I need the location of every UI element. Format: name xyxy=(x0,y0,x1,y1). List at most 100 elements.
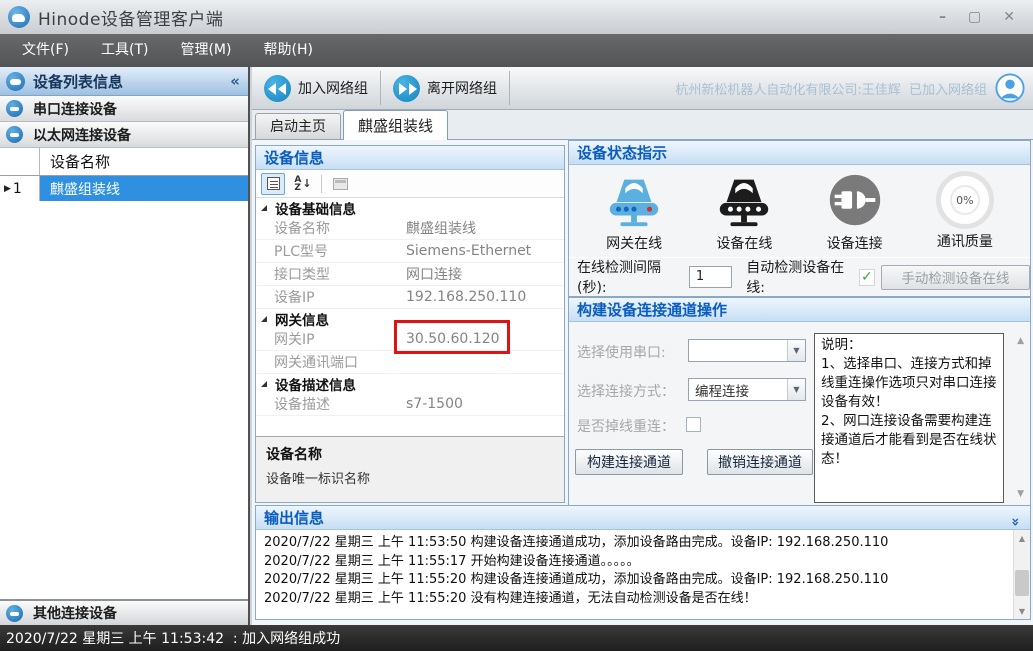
az-sort-icon: AZ↓ xyxy=(294,176,311,192)
row-index-cell: ▶ 1 xyxy=(0,176,40,201)
instructions-box: 说明： 1、选择串口、连接方式和掉线重连操作选项只对串口连接设备有效！ 2、网口… xyxy=(814,333,1004,503)
comm-quality-indicator: 0% 通讯质量 xyxy=(915,169,1015,257)
category-description-info[interactable]: 设备描述信息 xyxy=(256,374,564,393)
sidebar-title: 设备列表信息 xyxy=(33,71,230,92)
maximize-button[interactable]: ▢ xyxy=(968,10,981,24)
device-connect-icon xyxy=(824,169,886,231)
interval-input[interactable]: 1 xyxy=(689,266,732,288)
scroll-up-icon[interactable]: ▲ xyxy=(1017,336,1024,346)
status-bar-message: 2020/7/22 星期三 上午 11:53:42 : 加入网络组成功 xyxy=(6,628,340,648)
menu-help[interactable]: 帮助(H) xyxy=(247,34,328,67)
content-area: 加入网络组 离开网络组 杭州新松机器人自动化有限公司:王佳辉 已加入网络组 启动… xyxy=(252,67,1033,625)
gateway-online-indicator: 网关在线 xyxy=(584,169,684,257)
property-pages-button[interactable] xyxy=(328,173,352,195)
sidebar-item-serial-devices[interactable]: 串口连接设备 xyxy=(0,96,248,122)
tab-device[interactable]: 麒盛组装线 xyxy=(343,110,448,140)
expand-triangle-icon xyxy=(261,316,267,322)
window-title: Hinode设备管理客户端 xyxy=(38,5,223,30)
property-row[interactable]: 设备名称 麒盛组装线 xyxy=(256,217,564,240)
title-bar: Hinode设备管理客户端 – ▢ ✕ xyxy=(0,0,1033,34)
channel-panel-header: 构建设备连接通道操作 xyxy=(569,298,1030,322)
vertical-scrollbar[interactable]: ▲ ▼ xyxy=(1013,530,1030,619)
detect-settings-row: 在线检测间隔(秒): 1 自动检测设备在线: ✓ 手动检测设备在线 xyxy=(569,258,1030,296)
output-log-area: 2020/7/22 星期三 上午 11:53:50 构建设备连接通道成功，添加设… xyxy=(256,530,1030,619)
collapse-double-chevron-icon[interactable]: « xyxy=(1003,517,1027,526)
sidebar-item-other-devices[interactable]: 其他连接设备 xyxy=(0,599,248,625)
row-gutter xyxy=(0,148,40,175)
leave-network-group-button[interactable]: 离开网络组 xyxy=(381,67,509,109)
device-page: 设备信息 AZ↓ 设备基础信息 设备名称 麒盛组装线 P xyxy=(252,140,1033,625)
row-marker-icon: ▶ xyxy=(4,184,11,194)
property-grid: 设备基础信息 设备名称 麒盛组装线 PLC型号 Siemens-Ethernet… xyxy=(256,198,564,416)
property-row[interactable]: 设备IP 192.168.250.110 xyxy=(256,286,564,309)
channel-panel-body: 选择使用串口: ▼ 选择连接方式： 编程连接 ▼ 是否掉线重连： 构建连接通道 … xyxy=(569,322,1030,505)
sidebar-collapse-icon[interactable]: « xyxy=(230,72,242,90)
device-online-icon xyxy=(713,169,775,231)
device-online-indicator: 设备在线 xyxy=(694,169,794,257)
network-toolbar: 加入网络组 离开网络组 杭州新松机器人自动化有限公司:王佳辉 已加入网络组 xyxy=(252,67,1033,110)
leave-network-icon xyxy=(393,75,420,102)
network-user-status: 杭州新松机器人自动化有限公司:王佳辉 已加入网络组 xyxy=(675,79,987,98)
menu-manage[interactable]: 管理(M) xyxy=(164,34,247,67)
manual-detect-button[interactable]: 手动检测设备在线 xyxy=(881,265,1030,290)
log-line: 2020/7/22 星期三 上午 11:55:20 没有构建连接通道，无法自动检… xyxy=(264,590,1005,609)
sidebar-header: 设备列表信息 « xyxy=(0,67,248,96)
close-button[interactable]: ✕ xyxy=(1003,10,1015,24)
device-table-row[interactable]: ▶ 1 麒盛组装线 xyxy=(0,176,248,201)
device-table-empty-area xyxy=(0,292,248,597)
serial-port-select[interactable]: ▼ xyxy=(688,339,806,362)
property-pages-icon xyxy=(333,178,348,190)
log-line: 2020/7/22 星期三 上午 11:55:20 构建设备连接通道成功，添加设… xyxy=(264,571,1005,590)
connect-mode-select[interactable]: 编程连接 ▼ xyxy=(688,378,806,401)
property-row-gateway-ip[interactable]: 网关IP 30.50.60.120 xyxy=(256,328,564,351)
toolbar-separator xyxy=(321,175,322,193)
channel-operation-panel: 构建设备连接通道操作 选择使用串口: ▼ 选择连接方式： 编程连接 ▼ 是否掉线… xyxy=(568,297,1031,505)
device-connect-indicator: 设备连接 xyxy=(805,169,905,257)
device-info-panel: 设备信息 AZ↓ 设备基础信息 设备名称 麒盛组装线 P xyxy=(255,145,565,503)
device-status-header: 设备状态指示 xyxy=(569,141,1030,165)
tab-strip: 启动主页 麒盛组装线 xyxy=(252,110,1033,140)
alphabetical-sort-button[interactable]: AZ↓ xyxy=(291,173,315,195)
reconnect-checkbox[interactable] xyxy=(686,417,701,432)
device-list-icon xyxy=(6,72,25,91)
log-line: 2020/7/22 星期三 上午 11:55:17 开始构建设备连接通道。。。。… xyxy=(264,553,1005,572)
output-panel-header: 输出信息 « xyxy=(256,506,1030,530)
categorized-icon xyxy=(267,177,280,190)
minimize-button[interactable]: – xyxy=(939,10,946,24)
menu-file[interactable]: 文件(F) xyxy=(6,34,85,67)
menu-tools[interactable]: 工具(T) xyxy=(85,34,164,67)
join-network-icon xyxy=(264,75,291,102)
property-row[interactable]: PLC型号 Siemens-Ethernet xyxy=(256,240,564,263)
join-network-group-button[interactable]: 加入网络组 xyxy=(252,67,380,109)
output-panel: 输出信息 « 2020/7/22 星期三 上午 11:53:50 构建设备连接通… xyxy=(255,505,1031,620)
gateway-online-icon xyxy=(603,169,665,231)
log-line: 2020/7/22 星期三 上午 11:53:50 构建设备连接通道成功，添加设… xyxy=(264,534,1005,553)
connect-mode-label: 选择连接方式： xyxy=(577,381,675,401)
device-name-cell[interactable]: 麒盛组装线 xyxy=(40,176,248,201)
tab-home[interactable]: 启动主页 xyxy=(255,113,341,139)
log-list[interactable]: 2020/7/22 星期三 上午 11:53:50 构建设备连接通道成功，添加设… xyxy=(256,530,1013,619)
category-basic-info[interactable]: 设备基础信息 xyxy=(256,198,564,217)
serial-device-icon xyxy=(6,100,23,117)
device-list-sidebar: 设备列表信息 « 串口连接设备 以太网连接设备 设备名称 ▶ 1 麒盛组装线 其… xyxy=(0,67,250,625)
scroll-up-icon[interactable]: ▲ xyxy=(1014,530,1030,546)
build-channel-button[interactable]: 构建连接通道 xyxy=(575,449,683,475)
property-row[interactable]: 设备描述 s7-1500 xyxy=(256,393,564,416)
device-table-header: 设备名称 xyxy=(0,148,248,176)
menu-bar: 文件(F) 工具(T) 管理(M) 帮助(H) xyxy=(0,34,1033,67)
chevron-down-icon: ▼ xyxy=(787,340,805,361)
auto-detect-checkbox[interactable]: ✓ xyxy=(859,269,875,286)
serial-port-label: 选择使用串口: xyxy=(577,342,666,362)
property-row[interactable]: 接口类型 网口连接 xyxy=(256,263,564,286)
categorized-view-button[interactable] xyxy=(261,173,285,195)
device-info-header: 设备信息 xyxy=(256,146,564,170)
expand-triangle-icon xyxy=(261,381,267,387)
sidebar-item-ethernet-devices[interactable]: 以太网连接设备 xyxy=(0,122,248,148)
category-gateway-info[interactable]: 网关信息 xyxy=(256,309,564,328)
scroll-down-icon[interactable]: ▼ xyxy=(1017,489,1024,499)
property-row[interactable]: 网关通讯端口 xyxy=(256,351,564,374)
user-avatar-icon[interactable] xyxy=(995,73,1025,103)
revoke-channel-button[interactable]: 撤销连接通道 xyxy=(707,449,813,475)
scrollbar-thumb[interactable] xyxy=(1015,570,1029,596)
scroll-down-icon[interactable]: ▼ xyxy=(1014,603,1030,619)
